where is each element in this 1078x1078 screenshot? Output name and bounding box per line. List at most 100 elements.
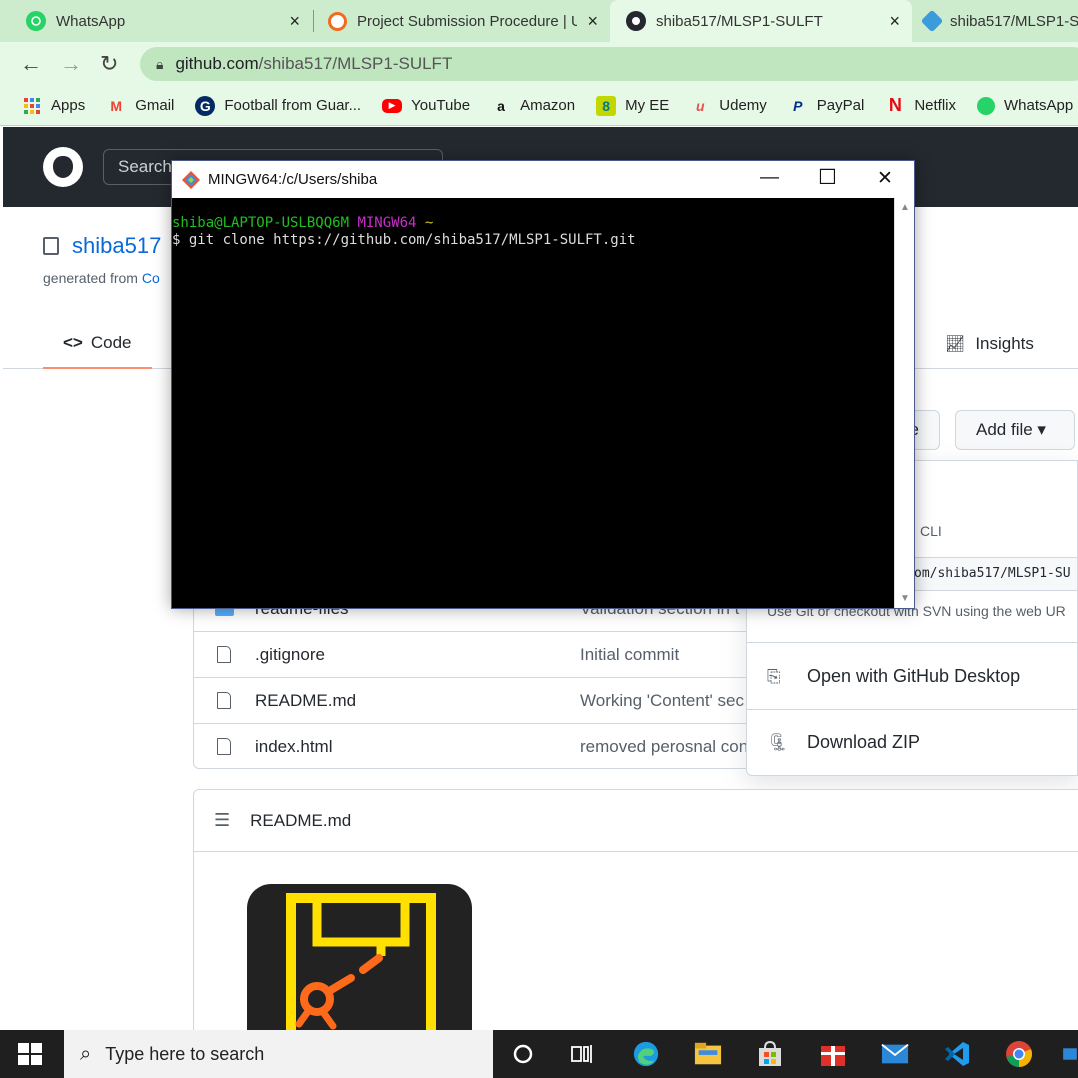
close-icon[interactable]: ✕ [877,167,893,190]
tab-whatsapp[interactable]: WhatsApp × [0,0,312,42]
browser-tab-strip: WhatsApp × Project Submission Procedure … [0,0,1078,42]
edge-icon[interactable] [632,1040,660,1068]
address-host: github.com [175,54,259,73]
overflow-app-icon[interactable] [1062,1040,1078,1068]
bookmark-amazon[interactable]: a Amazon [491,96,575,116]
cortana-icon[interactable] [509,1040,537,1068]
file-name[interactable]: README.md [255,691,356,711]
windows-taskbar: ⌕ Type here to search [0,1030,1078,1078]
add-file-label: Add file ▾ [976,420,1046,439]
github-logo-icon[interactable] [43,147,83,187]
maximize-icon[interactable]: ☐ [818,165,837,190]
bookmark-gmail[interactable]: M Gmail [106,96,174,116]
desktop-download-icon: ⎘ [767,666,781,686]
close-tab-icon[interactable]: × [587,11,598,32]
file-row-index-html[interactable]: index.html removed perosnal con [194,723,754,769]
generated-from: generated from Co [43,270,160,286]
bookmark-label: My EE [625,97,670,114]
windows-start-icon[interactable] [18,1043,42,1065]
scroll-up-icon[interactable]: ▲ [900,202,910,213]
task-view-icon[interactable] [568,1040,596,1068]
prompt-user: shiba@LAPTOP-USLBQQ6M [172,215,350,231]
bookmark-netflix[interactable]: N Netflix [885,95,957,116]
taskbar-search-box[interactable]: ⌕ Type here to search [64,1030,493,1078]
gmail-icon: M [110,97,123,114]
codesandbox-icon [920,9,944,33]
address-bar[interactable]: 🔒︎ github.com/shiba517/MLSP1-SULFT [140,47,1078,81]
scroll-down-icon[interactable]: ▼ [900,593,910,604]
back-arrow-icon[interactable]: ← [20,51,42,77]
whatsapp-icon [977,96,996,115]
tab-project-submission[interactable]: Project Submission Procedure | U × [314,0,610,42]
bookmark-label: Apps [51,97,86,114]
repo-owner-link[interactable]: shiba517 [72,233,161,259]
git-bash-window[interactable]: MINGW64:/c/Users/shiba — ☐ ✕ shiba@LAPTO… [171,160,915,609]
forward-arrow-icon[interactable]: → [60,51,82,77]
file-icon [217,646,231,663]
chrome-icon[interactable] [1005,1040,1033,1068]
bookmark-label: WhatsApp [1004,97,1074,114]
ee-icon: 8 [596,95,617,116]
readme-section: ☰ README.md [193,789,1078,1054]
prompt-env: MINGW64 [357,215,417,231]
bookmark-guardian[interactable]: G Football from Guar... [195,95,361,116]
store-icon[interactable] [756,1040,784,1068]
prompt-dir: ~ [424,215,434,231]
terminal-output[interactable]: shiba@LAPTOP-USLBQQ6M MINGW64 ~ $ git cl… [172,198,894,608]
add-file-button[interactable]: Add file ▾ [955,410,1075,450]
gift-icon[interactable] [819,1040,847,1068]
open-github-desktop-button[interactable]: ⎘ Open with GitHub Desktop [767,666,1020,687]
bookmark-apps[interactable]: Apps [22,96,85,116]
commit-message[interactable]: removed perosnal con [580,737,748,757]
netflix-icon: N [888,95,902,115]
generated-prefix: generated from [43,270,142,286]
file-name[interactable]: index.html [255,737,332,757]
file-icon [217,738,231,755]
file-row-gitignore[interactable]: .gitignore Initial commit [194,631,754,677]
terminal-title: MINGW64:/c/Users/shiba [208,171,378,188]
bookmark-my-ee[interactable]: 8 My EE [596,95,670,116]
taskbar-search-placeholder: Type here to search [105,1043,265,1064]
clone-url-input[interactable]: om/shiba517/MLSP1-SU [897,557,1077,591]
tab-title: shiba517/MLSP1-S [950,12,1078,30]
file-name[interactable]: .gitignore [255,645,325,665]
clone-cli-tab[interactable]: CLI [920,523,942,539]
code-icon: <> [63,332,83,352]
vscode-icon[interactable] [943,1040,971,1068]
terminal-title-bar[interactable]: MINGW64:/c/Users/shiba — ☐ ✕ [172,161,914,198]
template-link[interactable]: Co [142,270,160,286]
zip-icon: 🗜︎ [767,732,789,752]
download-zip-button[interactable]: 🗜︎ Download ZIP [767,732,920,753]
commit-message[interactable]: Working 'Content' sec [580,691,744,711]
bookmark-udemy[interactable]: u Udemy [690,96,767,116]
file-explorer-icon[interactable] [694,1040,722,1068]
lock-icon: 🔒︎ [156,55,164,72]
tab-title: Project Submission Procedure | U [357,12,577,30]
tab-codesandbox[interactable]: shiba517/MLSP1-S [912,0,1078,42]
git-bash-icon [181,170,201,190]
reload-icon[interactable]: ↻ [100,51,118,77]
tab-title: WhatsApp [56,12,126,30]
close-tab-icon[interactable]: × [289,11,300,32]
tab-insights[interactable]: 📈︎ Insights [945,318,1034,369]
tab-code-label: Code [90,332,132,352]
tab-insights-label: Insights [975,333,1034,353]
tab-github-repo[interactable]: shiba517/MLSP1-SULFT × [610,0,912,42]
mail-icon[interactable] [881,1040,909,1068]
address-path: /shiba517/MLSP1-SULFT [258,54,453,73]
file-row-readme[interactable]: README.md Working 'Content' sec [194,677,754,723]
close-tab-icon[interactable]: × [889,11,900,32]
bookmark-whatsapp[interactable]: WhatsApp [977,96,1074,115]
minimize-icon[interactable]: — [760,167,779,189]
bookmark-label: YouTube [411,97,471,114]
search-icon: ⌕ [80,1042,92,1065]
bookmark-label: Netflix [914,97,957,114]
list-icon[interactable]: ☰ [214,810,230,831]
amazon-icon: a [497,97,505,114]
terminal-scrollbar[interactable]: ▲ ▼ [894,198,914,608]
tab-code[interactable]: <> Code [43,318,152,369]
bookmark-paypal[interactable]: P PayPal [788,96,864,116]
bookmark-youtube[interactable]: ▶ YouTube [382,97,470,114]
repo-title: shiba517 [43,233,161,259]
commit-message[interactable]: Initial commit [580,645,679,665]
